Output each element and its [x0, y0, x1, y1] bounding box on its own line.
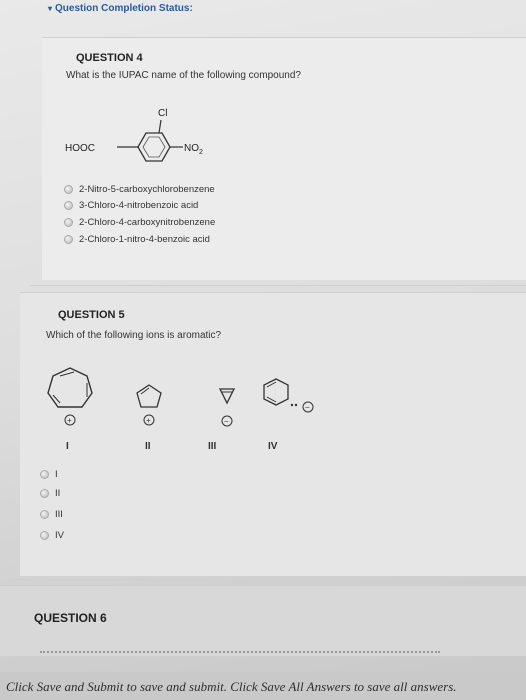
collapse-arrow-icon[interactable]: ▾ — [48, 4, 52, 13]
radio-button[interactable] — [40, 531, 49, 540]
svg-text:−: − — [224, 417, 229, 426]
nitro-label: NO2 — [184, 143, 203, 156]
page: ▾ Question Completion Status: QUESTION 4 … — [0, 0, 526, 700]
question-completion-status[interactable]: ▾ Question Completion Status: — [48, 3, 193, 14]
ions-structure-image: + + − − — [47, 367, 314, 427]
q4-option-2[interactable]: 3-Chloro-4-nitrobenzoic acid — [64, 200, 198, 211]
q4-option-1[interactable]: 2-Nitro-5-carboxychlorobenzene — [64, 184, 215, 195]
compound-structure-image: Cl HOOC NO2 — [65, 108, 203, 162]
footer-instructions: Click Save and Submit to save and submit… — [6, 679, 457, 694]
q5-option-4[interactable]: IV — [40, 530, 64, 541]
divider — [10, 579, 526, 580]
radio-button[interactable] — [64, 235, 73, 244]
carboxyl-label: HOOC — [65, 143, 95, 154]
radio-button[interactable] — [64, 201, 73, 210]
q5-option-2[interactable]: II — [40, 488, 60, 499]
radio-button[interactable] — [40, 489, 49, 498]
radio-button[interactable] — [40, 510, 49, 519]
radio-button[interactable] — [40, 470, 49, 479]
question-5-prompt: Which of the following ions is aromatic? — [46, 330, 222, 341]
svg-text:+: + — [146, 416, 151, 425]
svg-text:−: − — [305, 403, 310, 412]
truncated-text — [40, 645, 440, 653]
divider — [30, 285, 526, 286]
q4-option-4[interactable]: 2-Chloro-1-nitro-4-benzoic acid — [64, 234, 210, 245]
q4-option-3[interactable]: 2-Chloro-4-carboxynitrobenzene — [64, 217, 215, 228]
svg-text:+: + — [67, 416, 72, 425]
radio-button[interactable] — [64, 218, 73, 227]
structure-label-ii: II — [145, 441, 151, 452]
structure-label-iv: IV — [268, 441, 278, 452]
structure-label-i: I — [66, 441, 69, 452]
question-4-title: QUESTION 4 — [76, 52, 143, 64]
chlorine-label: Cl — [158, 108, 167, 119]
structure-label-iii: III — [208, 441, 217, 452]
question-5-title: QUESTION 5 — [58, 309, 125, 321]
question-6-title: QUESTION 6 — [34, 611, 107, 625]
q5-option-1[interactable]: I — [40, 469, 58, 480]
question-4-prompt: What is the IUPAC name of the following … — [66, 70, 301, 81]
radio-button[interactable] — [64, 185, 73, 194]
q5-option-3[interactable]: III — [40, 509, 63, 520]
